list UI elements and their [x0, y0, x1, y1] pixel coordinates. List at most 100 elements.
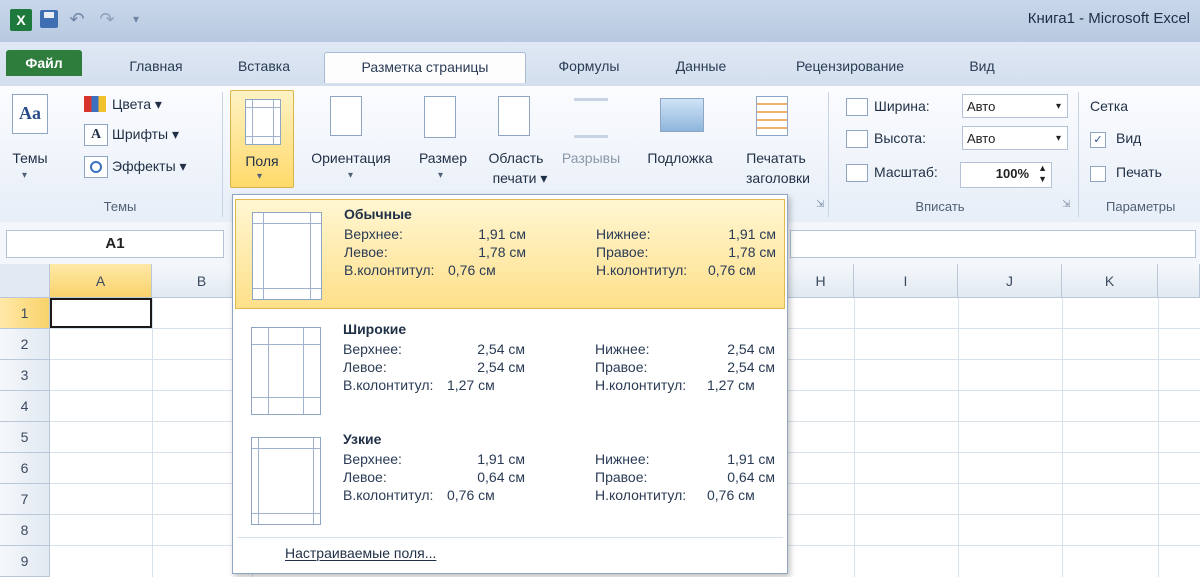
column-header-i[interactable]: I: [854, 264, 958, 298]
header-label: В.колонтитул:: [343, 487, 434, 503]
row-header[interactable]: 7: [0, 484, 50, 515]
active-cell-a1[interactable]: [50, 298, 152, 328]
tab-review[interactable]: Рецензирование: [770, 52, 930, 82]
bottom-label: Нижнее:: [595, 451, 650, 467]
row-header[interactable]: 2: [0, 329, 50, 360]
chevron-down-icon[interactable]: ▾: [22, 170, 27, 181]
name-box[interactable]: A1: [6, 230, 224, 258]
breaks-icon[interactable]: [574, 98, 608, 138]
option-title: Широкие: [343, 321, 407, 337]
dialog-launcher-icon[interactable]: ⇲: [1062, 199, 1070, 210]
dialog-launcher-icon[interactable]: ⇲: [816, 199, 824, 210]
footer-label: Н.колонтитул:: [595, 377, 687, 393]
header-value: 0,76 см: [447, 487, 495, 503]
fonts-icon[interactable]: A: [84, 124, 108, 146]
print-area-button-line2[interactable]: печати ▾: [482, 170, 558, 187]
gridline: [1158, 298, 1159, 577]
right-label: Правое:: [596, 244, 649, 260]
redo-icon[interactable]: ↷: [96, 8, 118, 30]
background-button[interactable]: Подложка: [628, 150, 732, 166]
margins-dropdown-menu: Обычные Верхнее: 1,91 см Левое: 1,78 см …: [232, 194, 788, 574]
left-label: Левое:: [343, 469, 387, 485]
chevron-down-icon[interactable]: ▾: [438, 170, 443, 181]
scale-icon: [846, 164, 868, 182]
width-icon: [846, 98, 868, 116]
tab-file[interactable]: Файл: [6, 50, 82, 76]
colors-icon[interactable]: [84, 96, 106, 112]
row-header[interactable]: 4: [0, 391, 50, 422]
effects-button[interactable]: Эффекты ▾: [112, 158, 187, 175]
column-header-l[interactable]: [1158, 264, 1200, 298]
formula-input[interactable]: [790, 230, 1196, 258]
tab-insert[interactable]: Вставка: [222, 52, 306, 82]
footer-value: 0,76 см: [707, 487, 755, 503]
tab-home[interactable]: Главная: [112, 52, 200, 82]
margins-option-narrow[interactable]: Узкие Верхнее: 1,91 см Левое: 0,64 см В.…: [235, 425, 785, 535]
undo-icon[interactable]: ↶: [66, 8, 88, 30]
margins-option-normal[interactable]: Обычные Верхнее: 1,91 см Левое: 1,78 см …: [235, 199, 785, 309]
themes-icon[interactable]: Aa: [12, 94, 48, 134]
print-titles-icon[interactable]: [756, 96, 788, 136]
row-header[interactable]: 6: [0, 453, 50, 484]
row-header[interactable]: 9: [0, 546, 50, 577]
chevron-down-icon: ▾: [257, 171, 263, 182]
chevron-down-icon[interactable]: ▾: [348, 170, 353, 181]
footer-value: 1,27 см: [707, 377, 755, 393]
column-header-h[interactable]: H: [788, 264, 854, 298]
spinner-arrows-icon[interactable]: ▲ ▼: [1038, 163, 1047, 185]
tab-formulas[interactable]: Формулы: [544, 52, 634, 82]
right-label: Правое:: [595, 359, 648, 375]
margins-button[interactable]: Поля ▾: [230, 90, 294, 188]
print-titles-button-line2[interactable]: заголовки: [736, 170, 820, 186]
bottom-label: Нижнее:: [596, 226, 651, 242]
tab-view[interactable]: Вид: [952, 52, 1012, 82]
effects-icon[interactable]: [84, 156, 108, 178]
gridlines-view-checkbox[interactable]: ✓: [1090, 132, 1106, 148]
select-all-corner[interactable]: [0, 264, 50, 298]
tab-page-layout[interactable]: Разметка страницы: [324, 52, 526, 83]
column-header-k[interactable]: K: [1062, 264, 1158, 298]
save-icon[interactable]: [40, 10, 58, 28]
fonts-button[interactable]: Шрифты ▾: [112, 126, 179, 143]
print-area-icon[interactable]: [498, 96, 530, 136]
background-icon[interactable]: [660, 98, 704, 132]
column-header-j[interactable]: J: [958, 264, 1062, 298]
height-select[interactable]: Авто ▾: [962, 126, 1068, 150]
margins-option-wide[interactable]: Широкие Верхнее: 2,54 см Левое: 2,54 см …: [235, 315, 785, 425]
orientation-button[interactable]: Ориентация: [298, 150, 404, 166]
orientation-icon[interactable]: [330, 96, 362, 136]
size-icon[interactable]: [424, 96, 456, 138]
top-label: Верхнее:: [344, 226, 403, 242]
row-header[interactable]: 5: [0, 422, 50, 453]
tab-data[interactable]: Данные: [656, 52, 746, 82]
quick-access-customize-icon[interactable]: ▾: [126, 8, 146, 30]
themes-button[interactable]: Темы: [2, 150, 58, 166]
top-label: Верхнее:: [343, 341, 402, 357]
bottom-value: 1,91 см: [728, 226, 776, 242]
option-title: Обычные: [344, 206, 412, 222]
excel-logo-icon[interactable]: X: [10, 9, 32, 31]
row-header[interactable]: 8: [0, 515, 50, 546]
width-select[interactable]: Авто ▾: [962, 94, 1068, 118]
right-value: 2,54 см: [727, 359, 775, 375]
size-button[interactable]: Размер: [408, 150, 478, 166]
column-header-a[interactable]: A: [50, 264, 152, 298]
footer-value: 0,76 см: [708, 262, 756, 278]
bottom-label: Нижнее:: [595, 341, 650, 357]
scale-label: Масштаб:: [874, 164, 938, 180]
top-value: 1,91 см: [477, 451, 525, 467]
header-value: 0,76 см: [448, 262, 496, 278]
print-area-button[interactable]: Область: [478, 150, 554, 166]
custom-margins-menu-item[interactable]: Настраиваемые поля...: [285, 545, 436, 561]
colors-button[interactable]: Цвета ▾: [112, 96, 162, 113]
scale-spinner[interactable]: 100% ▲ ▼: [960, 162, 1052, 188]
print-titles-button[interactable]: Печатать: [736, 150, 816, 166]
breaks-button[interactable]: Разрывы: [556, 150, 626, 166]
gridlines-print-checkbox[interactable]: [1090, 166, 1106, 182]
margins-label: Поля: [245, 153, 279, 169]
header-value: 1,27 см: [447, 377, 495, 393]
left-value: 1,78 см: [478, 244, 526, 260]
row-header[interactable]: 3: [0, 360, 50, 391]
footer-label: Н.колонтитул:: [596, 262, 688, 278]
row-header[interactable]: 1: [0, 298, 50, 329]
